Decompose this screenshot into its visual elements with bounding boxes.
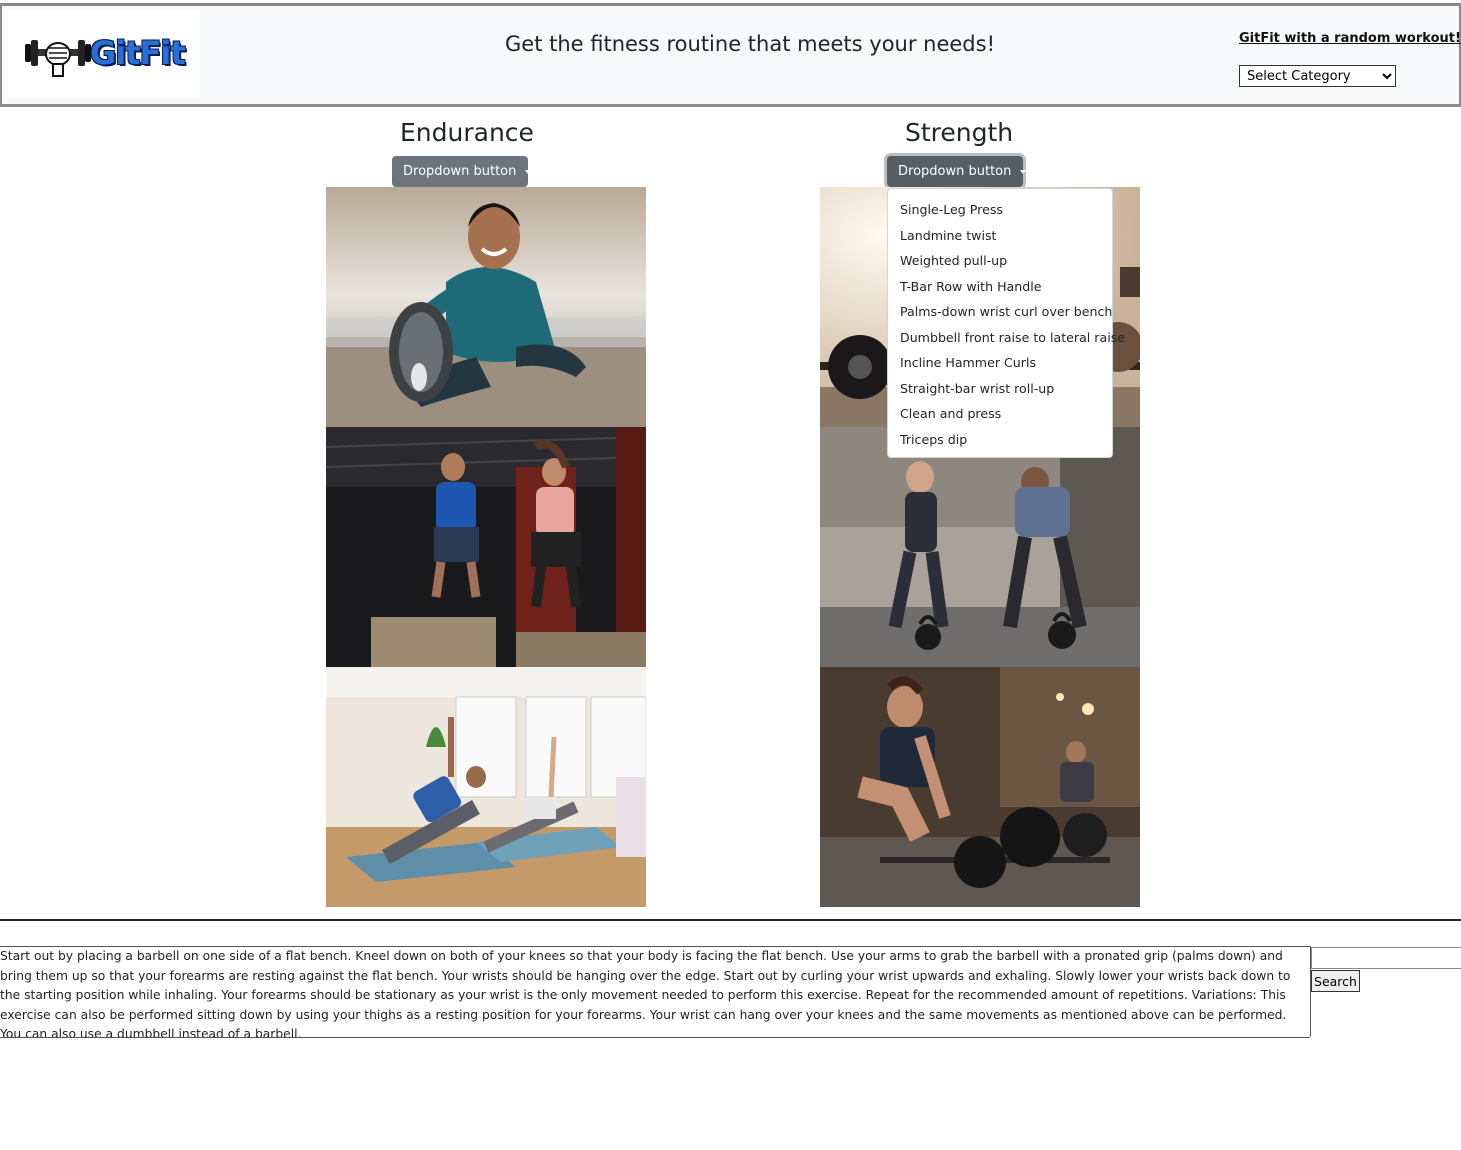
menu-item-clean-and-press[interactable]: Clean and press [888,401,1112,427]
deadlift-photo [820,667,1140,907]
endurance-title: Endurance [400,118,534,147]
logo-text: GitFit [90,34,186,72]
dumbbell-fist-icon [25,34,91,82]
exercise-description: Start out by placing a barbell on one si… [0,946,1311,1038]
category-select[interactable]: Select Category [1239,65,1396,87]
yoga-class-photo [326,667,646,907]
menu-item-triceps-dip[interactable]: Triceps dip [888,427,1112,453]
menu-item-single-leg-press[interactable]: Single-Leg Press [888,197,1112,223]
menu-item-t-bar-row[interactable]: T-Bar Row with Handle [888,274,1112,300]
logo[interactable]: GitFit [8,10,200,98]
menu-item-dumbbell-front-raise[interactable]: Dumbbell front raise to lateral raise [888,325,1125,351]
menu-item-palms-down-wrist-curl[interactable]: Palms-down wrist curl over bench [888,299,1112,325]
menu-item-incline-hammer-curls[interactable]: Incline Hammer Curls [888,350,1112,376]
caret-down-icon [525,169,532,174]
menu-item-landmine-twist[interactable]: Landmine twist [888,223,1112,249]
strength-dropdown-button[interactable]: Dropdown button [887,156,1027,187]
kettlebell-photo [820,427,1140,667]
menu-item-weighted-pull-up[interactable]: Weighted pull-up [888,248,1112,274]
search-button[interactable]: Search [1311,970,1360,992]
page-tagline: Get the fitness routine that meets your … [505,32,995,56]
random-workout-link[interactable]: GitFit with a random workout! [1239,31,1461,46]
section-divider [0,919,1461,921]
search-input[interactable] [1311,947,1461,969]
menu-item-straight-bar-wrist-roll-up[interactable]: Straight-bar wrist roll-up [888,376,1112,402]
dropdown-button-label: Dropdown button [403,164,517,179]
strength-dropdown-menu: Single-Leg Press Landmine twist Weighted… [887,188,1125,458]
endurance-dropdown-button[interactable]: Dropdown button [392,156,532,187]
box-jump-photo [326,427,646,667]
stretching-man-photo [326,187,646,427]
strength-title: Strength [905,118,1014,147]
dropdown-button-label: Dropdown button [898,164,1012,179]
caret-down-icon [1020,169,1027,174]
site-header: GitFit Get the fitness routine that meet… [0,3,1461,107]
